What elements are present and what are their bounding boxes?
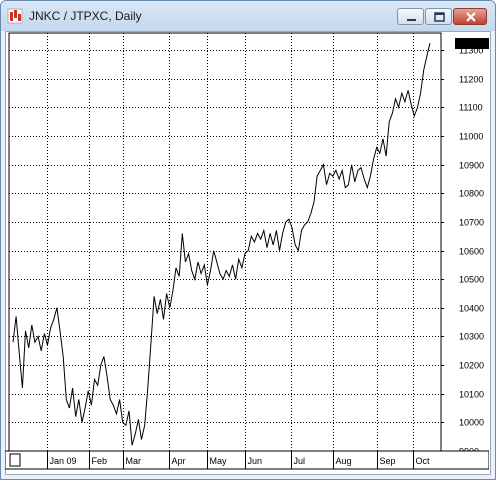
x-tick-label: Aug xyxy=(336,456,352,466)
maximize-button[interactable] xyxy=(425,8,452,25)
window-title: JNKC / JTPXC, Daily xyxy=(29,9,142,23)
x-tick-label: Jul xyxy=(294,456,306,466)
y-tick-label: 11000 xyxy=(459,132,483,142)
x-tick-label: Oct xyxy=(416,456,431,466)
x-tick-label: Jan 09 xyxy=(50,456,77,466)
x-tick-label: Feb xyxy=(92,456,108,466)
y-tick-label: 10500 xyxy=(459,275,484,285)
x-tick-label: Sep xyxy=(380,456,396,466)
y-tick-label: 10800 xyxy=(459,189,484,199)
y-tick-label: 10900 xyxy=(459,161,484,171)
chart-app-icon xyxy=(7,8,23,24)
x-tick-label: Apr xyxy=(172,456,186,466)
y-tick-label: 11200 xyxy=(459,75,483,85)
y-tick-label: 11100 xyxy=(459,103,483,113)
plot-frame xyxy=(8,32,442,452)
title-bar[interactable]: JNKC / JTPXC, Daily xyxy=(1,1,495,31)
y-tick-label: 10600 xyxy=(459,247,484,257)
y-tick-label: 10200 xyxy=(459,361,484,371)
scroll-thumb xyxy=(9,453,21,467)
y-tick-label: 10400 xyxy=(459,304,484,314)
minimize-button[interactable] xyxy=(397,8,424,25)
close-icon xyxy=(466,12,476,22)
y-tick-label: 10100 xyxy=(459,390,484,400)
last-value-label: 11325 xyxy=(458,38,482,48)
y-tick-label: 10700 xyxy=(459,218,484,228)
y-tick-label: 10300 xyxy=(459,332,484,342)
maximize-icon xyxy=(434,12,445,22)
x-tick-label: Jun xyxy=(248,456,263,466)
x-tick-label: Mar xyxy=(126,456,142,466)
y-tick-label: 10000 xyxy=(459,418,484,428)
x-tick-label: May xyxy=(210,456,228,466)
minimize-icon xyxy=(407,19,416,21)
price-chart[interactable]: 9900100001010010200103001040010500106001… xyxy=(5,31,489,473)
close-button[interactable] xyxy=(453,8,487,25)
